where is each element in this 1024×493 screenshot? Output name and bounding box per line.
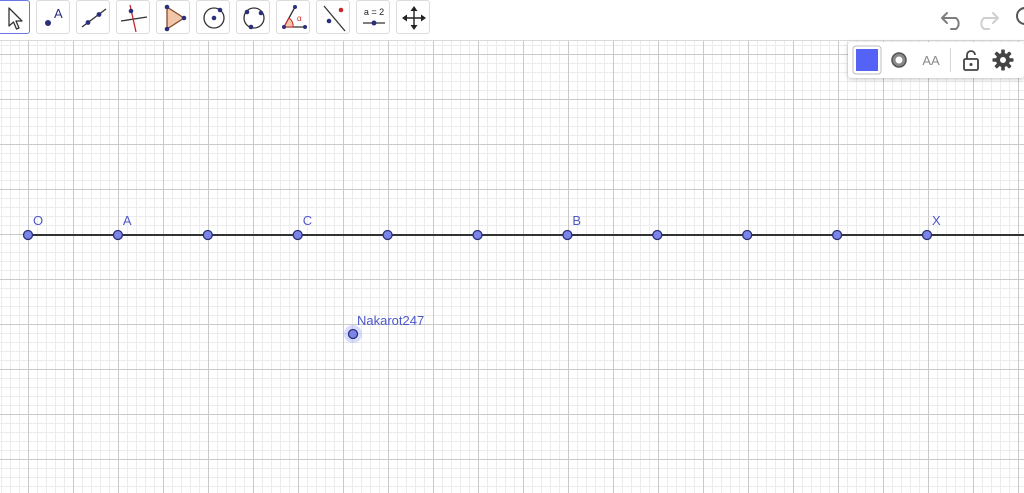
axis-point-label[interactable]: A	[123, 214, 132, 228]
point-style-button[interactable]	[884, 45, 914, 75]
point-icon: A	[45, 6, 63, 26]
move-view-tool-button[interactable]	[396, 0, 430, 34]
axis-point[interactable]	[652, 229, 663, 241]
axis-point[interactable]	[382, 229, 393, 241]
circle-with-center-icon	[203, 7, 225, 29]
svg-text:a = 2: a = 2	[364, 7, 384, 17]
circle-three-points-tool-button[interactable]	[236, 0, 270, 34]
text-size-icon: AA	[922, 53, 940, 68]
undo-button[interactable]	[938, 3, 968, 33]
slider-icon: a = 2	[363, 7, 385, 26]
toolbar: A α a = 2	[0, 0, 1024, 41]
angle-tool-button[interactable]: α	[276, 0, 310, 34]
axis-point[interactable]	[742, 229, 753, 241]
perpendicular-line-icon	[120, 4, 148, 33]
color-swatch-icon	[852, 45, 882, 75]
axis-point-label[interactable]: C	[303, 214, 312, 228]
search-icon	[1016, 7, 1024, 25]
redo-icon	[980, 12, 999, 30]
axis-point[interactable]	[202, 229, 213, 241]
axis-point-label[interactable]: B	[572, 214, 581, 228]
perpendicular-tool-button[interactable]	[116, 0, 150, 34]
axis-point[interactable]	[562, 229, 573, 241]
axis-point[interactable]	[22, 229, 34, 241]
axis-point[interactable]	[921, 229, 933, 241]
style-bar-divider	[950, 48, 951, 72]
axis-point[interactable]	[112, 229, 124, 241]
text-size-button[interactable]: AA	[916, 45, 946, 75]
cursor-arrow-icon	[8, 7, 23, 30]
svg-text:AA: AA	[922, 53, 940, 68]
undo-icon	[941, 12, 960, 30]
line-tool-button[interactable]	[76, 0, 110, 34]
circle-center-tool-button[interactable]	[196, 0, 230, 34]
axis-point-label[interactable]: X	[932, 214, 941, 228]
redo-button[interactable]	[972, 3, 1002, 33]
color-button[interactable]	[852, 45, 882, 75]
search-button[interactable]	[1010, 3, 1024, 33]
gear-icon	[992, 49, 1014, 71]
lock-button[interactable]	[956, 45, 986, 75]
style-bar: AA	[848, 42, 1024, 78]
move-tool-button[interactable]	[0, 0, 30, 34]
axis-point[interactable]	[292, 229, 303, 241]
construction-layer	[22, 229, 1024, 343]
free-point-label[interactable]: Nakarot247	[357, 314, 424, 328]
axis-point[interactable]	[831, 229, 843, 241]
line-through-points-icon	[81, 8, 107, 28]
circle-three-points-icon	[243, 7, 265, 30]
unlock-icon	[963, 50, 979, 71]
axis-point[interactable]	[472, 229, 483, 241]
reflect-tool-button[interactable]	[316, 0, 350, 34]
polygon-icon	[164, 4, 187, 32]
angle-icon: α	[282, 5, 307, 29]
point-style-icon	[891, 52, 907, 68]
polygon-tool-button[interactable]	[156, 0, 190, 34]
svg-text:A: A	[54, 6, 63, 21]
move-arrows-icon	[402, 6, 426, 30]
slider-tool-button[interactable]: a = 2	[356, 0, 390, 34]
point-tool-button[interactable]: A	[36, 0, 70, 34]
settings-button[interactable]	[988, 45, 1018, 75]
axis-point-label[interactable]: O	[33, 214, 43, 228]
svg-text:α: α	[297, 14, 302, 23]
reflect-about-line-icon	[323, 5, 346, 32]
